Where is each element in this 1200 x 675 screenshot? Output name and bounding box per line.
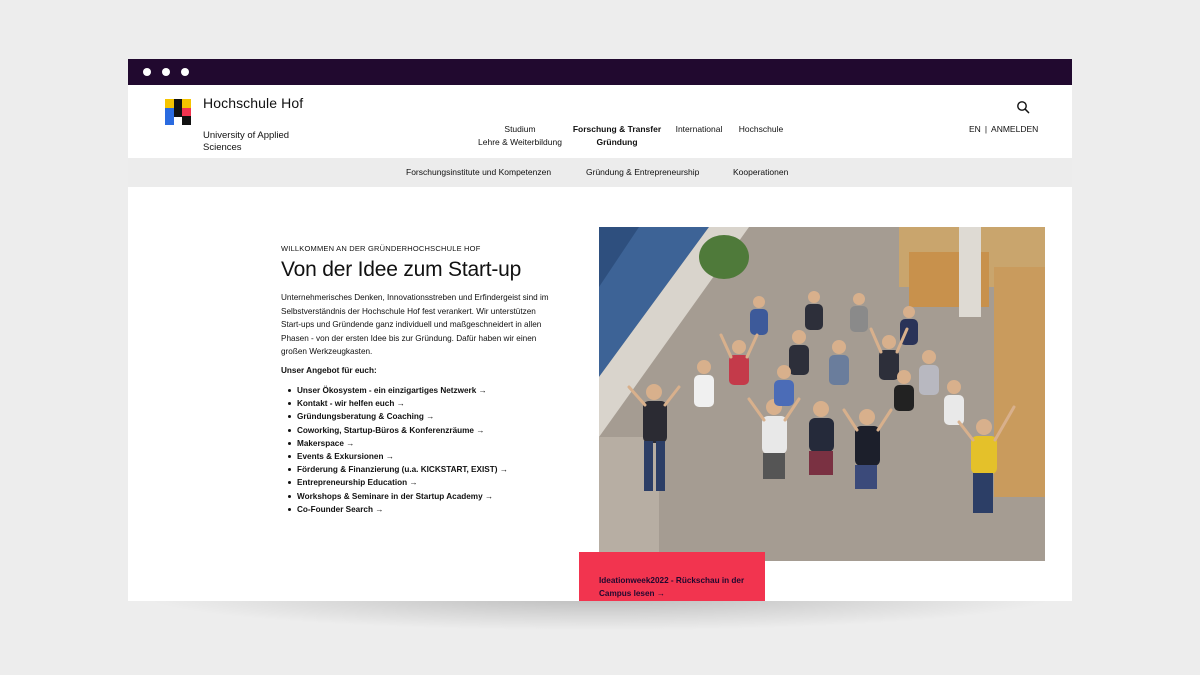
subnav-gruendung[interactable]: Gründung & Entrepreneurship	[586, 167, 699, 178]
group-photo-illustration	[599, 227, 1045, 561]
nav-international[interactable]: International	[671, 123, 727, 136]
nav-forschung-line2[interactable]: Gründung	[572, 136, 662, 149]
offer-link-beratung[interactable]: Gründungsberatung & Coaching →	[288, 410, 508, 423]
site-header: Hochschule Hof University of Applied Sci…	[128, 85, 1072, 158]
nav-studium[interactable]: Studium Lehre & Weiterbildung	[476, 123, 564, 149]
hero-photo	[599, 227, 1045, 561]
sub-navigation: Forschungsinstitute und Kompetenzen Grün…	[128, 158, 1072, 187]
browser-window: Hochschule Hof University of Applied Sci…	[128, 59, 1072, 601]
language-switch[interactable]: EN	[969, 124, 981, 134]
nav-international-label[interactable]: International	[671, 123, 727, 136]
hero-eyebrow: WILLKOMMEN AN DER GRÜNDERHOCHSCHULE HOF	[281, 244, 481, 253]
offer-link-workshops[interactable]: Workshops & Seminare in der Startup Acad…	[288, 490, 508, 503]
window-dot-1[interactable]	[143, 68, 151, 76]
logo-subtitle: University of Applied Sciences	[203, 130, 290, 153]
utility-links: EN | ANMELDEN	[969, 123, 1038, 136]
nav-studium-line1[interactable]: Studium	[476, 123, 564, 136]
subnav-forschungsinstitute[interactable]: Forschungsinstitute und Kompetenzen	[406, 167, 551, 178]
offer-link-coworking[interactable]: Coworking, Startup-Büros & Konferenzräum…	[288, 424, 508, 437]
nav-hochschule[interactable]: Hochschule	[736, 123, 786, 136]
logo-name[interactable]: Hochschule Hof	[203, 96, 313, 111]
offer-link-makerspace[interactable]: Makerspace →	[288, 437, 508, 450]
search-icon[interactable]	[1016, 100, 1030, 114]
nav-forschung[interactable]: Forschung & Transfer Gründung	[572, 123, 662, 149]
offers-list: Unser Ökosystem - ein einzigartiges Netz…	[288, 384, 508, 516]
utility-separator: |	[984, 124, 988, 134]
offer-link-education[interactable]: Entrepreneurship Education →	[288, 476, 508, 489]
window-dot-3[interactable]	[181, 68, 189, 76]
offer-link-oekosystem[interactable]: Unser Ökosystem - ein einzigartiges Netz…	[288, 384, 508, 397]
hero-intro: Unternehmerisches Denken, Innovationsstr…	[281, 293, 549, 356]
offer-link-kontakt[interactable]: Kontakt - wir helfen euch →	[288, 397, 508, 410]
hero-title: Von der Idee zum Start-up	[281, 258, 522, 281]
logo-icon[interactable]	[165, 99, 191, 125]
nav-forschung-line1[interactable]: Forschung & Transfer	[572, 123, 662, 136]
main-content: WILLKOMMEN AN DER GRÜNDERHOCHSCHULE HOF …	[128, 187, 1072, 601]
login-link[interactable]: ANMELDEN	[991, 124, 1038, 134]
ideationweek-teaser[interactable]: Ideationweek2022 - Rückschau in der Camp…	[579, 552, 765, 601]
window-dot-2[interactable]	[162, 68, 170, 76]
offer-link-foerderung[interactable]: Förderung & Finanzierung (u.a. KICKSTART…	[288, 463, 508, 476]
nav-studium-line2[interactable]: Lehre & Weiterbildung	[476, 136, 564, 149]
window-titlebar	[128, 59, 1072, 85]
offer-link-events[interactable]: Events & Exkursionen →	[288, 450, 508, 463]
subnav-kooperationen[interactable]: Kooperationen	[733, 167, 788, 178]
nav-hochschule-label[interactable]: Hochschule	[736, 123, 786, 136]
offer-link-cofounder[interactable]: Co-Founder Search →	[288, 503, 508, 516]
offers-title: Unser Angebot für euch:	[281, 366, 377, 375]
